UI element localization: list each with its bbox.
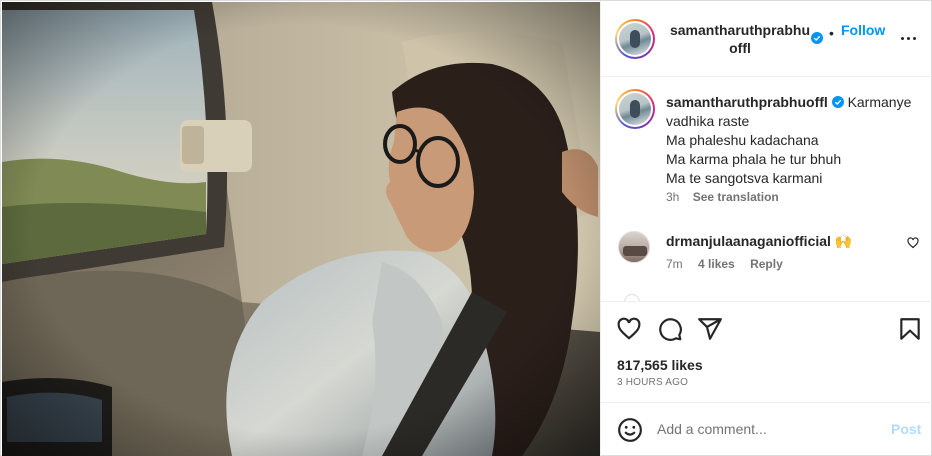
- comments-section[interactable]: samantharuthprabhuoffl Karmanye vadhika …: [601, 78, 932, 302]
- more-options-icon[interactable]: [899, 31, 919, 47]
- comment-item: drmanjulaanaganiofficial 🙌 7m 4 likes Re…: [601, 223, 932, 273]
- reply-button[interactable]: Reply: [750, 257, 783, 271]
- follow-button[interactable]: Follow: [841, 22, 885, 38]
- caption-avatar[interactable]: [615, 89, 655, 129]
- emoji-icon[interactable]: [617, 417, 643, 443]
- caption-line: Ma phaleshu kadachana: [666, 132, 819, 148]
- verified-badge-icon: [811, 32, 823, 44]
- photo-illustration: [2, 2, 600, 456]
- comment-like-icon[interactable]: [907, 237, 919, 249]
- comment-age: 7m: [666, 257, 683, 271]
- comment-emoji: 🙌: [834, 233, 853, 249]
- commenter-username[interactable]: drmanjulaanaganiofficial: [666, 233, 831, 249]
- post-details-panel: samantharuthprabhuoffl • Follow samantha…: [600, 1, 932, 456]
- comment-meta: 7m 4 likes Reply: [666, 257, 795, 271]
- verified-badge-icon: [831, 96, 844, 108]
- next-comment-avatar: [624, 294, 640, 301]
- post-photo[interactable]: [2, 2, 600, 456]
- post-header: samantharuthprabhuoffl • Follow: [601, 1, 932, 77]
- caption-age: 3h: [666, 190, 680, 204]
- comment-input[interactable]: [657, 417, 877, 441]
- action-bar: [601, 304, 932, 352]
- see-translation-link[interactable]: See translation: [693, 190, 779, 204]
- add-comment-bar: Post: [601, 402, 932, 456]
- likes-count[interactable]: 817,565 likes: [617, 357, 703, 373]
- post-comment-button[interactable]: Post: [891, 421, 921, 437]
- caption-line: Ma karma phala he tur bhuh: [666, 151, 842, 167]
- commenter-avatar[interactable]: [618, 231, 650, 263]
- caption-meta: 3h See translation: [666, 190, 779, 204]
- separator-dot: •: [829, 25, 834, 41]
- post-modal: samantharuthprabhuoffl • Follow samantha…: [0, 0, 932, 456]
- author-avatar[interactable]: [615, 19, 655, 59]
- share-icon[interactable]: [697, 316, 723, 342]
- comment-icon[interactable]: [657, 316, 683, 342]
- caption-line: Ma te sangotsva karmani: [666, 170, 823, 186]
- caption-text: samantharuthprabhuoffl Karmanye vadhika …: [666, 93, 916, 188]
- author-username[interactable]: samantharuthprabhuoffl: [666, 21, 814, 57]
- comment-text: drmanjulaanaganiofficial 🙌: [666, 233, 852, 250]
- caption-username[interactable]: samantharuthprabhuoffl: [666, 94, 828, 110]
- heart-icon[interactable]: [616, 316, 642, 342]
- comment-likes[interactable]: 4 likes: [698, 257, 735, 271]
- post-timestamp[interactable]: 3 HOURS AGO: [617, 377, 688, 388]
- bookmark-icon[interactable]: [897, 316, 923, 342]
